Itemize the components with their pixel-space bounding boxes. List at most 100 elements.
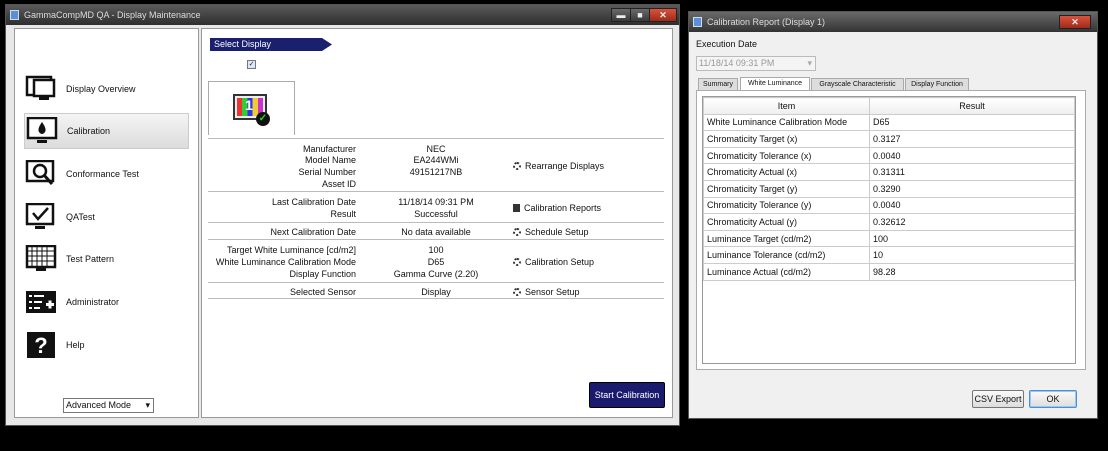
report-table-frame: Item Result White Luminance Calibration … — [702, 96, 1076, 364]
gear-icon — [513, 258, 521, 266]
last-cal-label: Last Calibration Date — [271, 197, 356, 207]
rearrange-displays-link[interactable]: Rearrange Displays — [513, 160, 604, 172]
table-cell-result: 100 — [869, 229, 1075, 248]
info-section-last-cal: Last Calibration Date 11/18/14 09:31 PM … — [208, 191, 664, 222]
csv-export-button[interactable]: CSV Export — [972, 390, 1024, 408]
nav-item-label: Test Pattern — [66, 254, 115, 264]
main-titlebar[interactable]: GammaCompMD QA - Display Maintenance — [6, 5, 679, 25]
wl-mode-value: D65 — [427, 257, 445, 267]
sensor-label: Selected Sensor — [289, 287, 356, 297]
nav-item-conformance-test[interactable]: Conformance Test — [24, 156, 189, 192]
table-cell-result: 0.0040 — [869, 196, 1075, 215]
asset-label: Asset ID — [321, 179, 356, 189]
table-row: White Luminance Calibration Mode D65 — [703, 113, 1075, 132]
schedule-setup-label: Schedule Setup — [525, 227, 589, 237]
start-calibration-button[interactable]: Start Calibration — [589, 382, 665, 408]
check-circle-icon: ✓ — [256, 112, 270, 126]
chevron-down-icon: ▾ — [145, 400, 150, 410]
table-cell-result: 0.32612 — [869, 213, 1075, 231]
table-cell-item: Chromaticity Tolerance (x) — [703, 146, 870, 165]
nav-item-test-pattern[interactable]: Test Pattern — [24, 241, 189, 277]
table-cell-result: 0.3127 — [869, 130, 1075, 148]
table-row: Chromaticity Actual (x) 0.31311 — [703, 163, 1075, 181]
table-cell-result: D65 — [869, 113, 1075, 132]
tab-white-luminance[interactable]: White Luminance — [740, 77, 810, 91]
nav-item-help[interactable]: ? Help — [24, 327, 189, 363]
table-row: Luminance Actual (cd/m2) 98.28 — [703, 262, 1075, 281]
calibration-setup-link[interactable]: Calibration Setup — [513, 256, 594, 268]
display-number: 1 — [245, 97, 253, 113]
minimize-button[interactable]: ▬ — [611, 8, 631, 22]
nav-item-label: Calibration — [67, 126, 111, 136]
table-cell-result: 98.28 — [869, 262, 1075, 281]
gear-icon — [513, 288, 521, 296]
nav-item-display-overview[interactable]: Display Overview — [24, 71, 189, 107]
nav-item-label: Conformance Test — [66, 169, 139, 179]
report-window-title: Calibration Report (Display 1) — [707, 17, 826, 27]
info-section-device: Manufacturer NEC Model Name EA244WMi Ser… — [208, 138, 664, 192]
display-function-value: Gamma Curve (2.20) — [393, 269, 479, 279]
maximize-button[interactable]: ■ — [630, 8, 650, 22]
serial-label: Serial Number — [298, 167, 356, 177]
svg-text:?: ? — [34, 333, 47, 358]
table-cell-item: Chromaticity Target (x) — [703, 130, 870, 148]
last-cal-value: 11/18/14 09:31 PM — [398, 197, 474, 207]
table-cell-result: 10 — [869, 246, 1075, 264]
schedule-setup-link[interactable]: Schedule Setup — [513, 226, 589, 238]
table-cell-item: Chromaticity Actual (x) — [703, 163, 870, 181]
conformance-test-icon — [24, 159, 58, 189]
mode-select-value: Advanced Mode — [66, 400, 132, 410]
gear-icon — [513, 162, 521, 170]
display-overview-icon — [24, 74, 58, 104]
calibration-reports-link[interactable]: Calibration Reports — [513, 202, 601, 214]
info-section-target: Target White Luminance [cd/m2] 100 White… — [208, 239, 664, 282]
info-section-next-cal: Next Calibration Date No data available … — [208, 222, 664, 239]
table-row: Chromaticity Actual (y) 0.32612 — [703, 213, 1075, 231]
result-label: Result — [330, 209, 356, 219]
sensor-setup-link[interactable]: Sensor Setup — [513, 286, 580, 298]
report-titlebar[interactable]: Calibration Report (Display 1) — [689, 12, 1097, 32]
table-row: Luminance Target (cd/m2) 100 — [703, 229, 1075, 248]
model-value: EA244WMi — [413, 155, 459, 165]
model-label: Model Name — [304, 155, 356, 165]
display-function-label: Display Function — [289, 269, 356, 279]
nav-item-qatest[interactable]: QATest — [24, 199, 189, 235]
document-icon — [513, 204, 520, 212]
calibration-setup-label: Calibration Setup — [525, 257, 595, 267]
display-card[interactable]: 1 ✓ — [208, 81, 295, 135]
check-glyph: ✓ — [258, 113, 268, 124]
nav-item-calibration[interactable]: Calibration — [24, 113, 189, 149]
table-cell-item: Chromaticity Actual (y) — [703, 213, 870, 231]
app-icon — [10, 10, 19, 20]
table-cell-item: White Luminance Calibration Mode — [703, 113, 870, 132]
nav-item-label: QATest — [66, 212, 95, 222]
gear-icon — [513, 228, 521, 236]
table-row: Chromaticity Target (x) 0.3127 — [703, 130, 1075, 148]
exec-date-value: 11/18/14 09:31 PM — [699, 58, 775, 68]
checkbox-check-icon: ✓ — [248, 61, 255, 68]
display-checkbox[interactable]: ✓ — [247, 60, 256, 69]
sensor-setup-label: Sensor Setup — [525, 287, 580, 297]
table-cell-result: 0.3290 — [869, 179, 1075, 198]
report-close-button[interactable]: ✕ — [1059, 15, 1091, 29]
close-button[interactable]: ✕ — [649, 8, 677, 22]
administrator-icon — [24, 287, 58, 317]
table-cell-item: Chromaticity Tolerance (y) — [703, 196, 870, 215]
table-cell-item: Chromaticity Target (y) — [703, 179, 870, 198]
rearrange-displays-label: Rearrange Displays — [525, 161, 605, 171]
report-app-icon — [693, 17, 702, 27]
table-header-result: Result — [869, 97, 1075, 115]
test-pattern-icon — [24, 244, 58, 274]
exec-date-label: Execution Date — [696, 39, 758, 49]
mode-select[interactable]: Advanced Mode ▾ — [63, 398, 154, 413]
result-value: Successful — [414, 209, 458, 219]
ok-button[interactable]: OK — [1029, 390, 1077, 408]
table-header-item: Item — [703, 97, 870, 115]
table-row: Chromaticity Tolerance (y) 0.0040 — [703, 196, 1075, 215]
table-cell-result: 0.0040 — [869, 146, 1075, 165]
table-row: Luminance Tolerance (cd/m2) 10 — [703, 246, 1075, 264]
nav-item-administrator[interactable]: Administrator — [24, 284, 189, 320]
nav-item-label: Help — [66, 340, 85, 350]
exec-date-select[interactable]: 11/18/14 09:31 PM ▾ — [696, 56, 816, 71]
info-section-sensor: Selected Sensor Display Sensor Setup — [208, 282, 664, 299]
